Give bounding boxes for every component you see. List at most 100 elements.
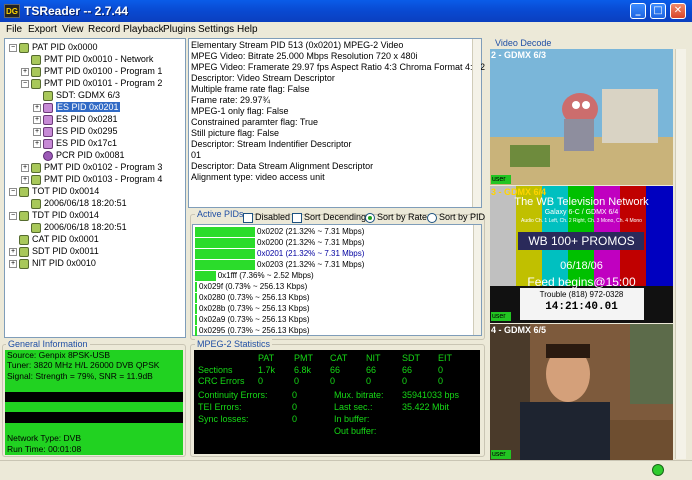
menu-help[interactable]: Help bbox=[237, 24, 258, 35]
tree-item[interactable]: − PAT PID 0x0000 bbox=[9, 41, 98, 53]
menu-file[interactable]: File bbox=[6, 24, 22, 35]
tree-item-label: 2006/06/18 18:20:51 bbox=[44, 222, 127, 232]
minimize-button[interactable]: _ bbox=[630, 3, 646, 19]
tree-item[interactable]: + ES PID 0x0295 bbox=[33, 125, 118, 137]
video-panel-2[interactable] bbox=[490, 49, 673, 185]
pid-row[interactable]: 0x0202 (21.32% ~ 7.31 Mbps) bbox=[195, 227, 364, 237]
tree-item-label: PMT PID 0x0101 - Program 2 bbox=[44, 78, 163, 88]
menu-record[interactable]: Record bbox=[88, 24, 120, 35]
description-scrollbar[interactable] bbox=[472, 39, 481, 207]
pid-row[interactable]: 0x0203 (21.32% ~ 7.31 Mbps) bbox=[195, 260, 364, 270]
menu-plugins[interactable]: Plugins bbox=[163, 24, 196, 35]
stat-value: 0 bbox=[366, 376, 372, 386]
tree-item[interactable]: + ES PID 0x0281 bbox=[33, 113, 118, 125]
tree-item[interactable]: + NIT PID 0x0010 bbox=[9, 257, 96, 269]
expand-icon[interactable]: + bbox=[9, 259, 17, 268]
pid-row[interactable]: 0x0280 (0.73% ~ 256.13 Kbps) bbox=[195, 293, 310, 303]
pid-row-label: 0x028b (0.73% ~ 256.13 Kbps) bbox=[199, 304, 310, 313]
pid-row-label: 0x0295 (0.73% ~ 256.13 Kbps) bbox=[199, 326, 310, 335]
tree-item[interactable]: SDT: GDMX 6/3 bbox=[33, 89, 120, 101]
maximize-button[interactable]: □ bbox=[650, 3, 666, 19]
expand-icon[interactable]: + bbox=[33, 103, 41, 112]
pid-tree[interactable]: − PAT PID 0x0000 PMT PID 0x0010 - Network +… bbox=[4, 38, 186, 338]
menu-export[interactable]: Export bbox=[28, 24, 57, 35]
expand-icon[interactable]: + bbox=[21, 163, 29, 172]
tree-item[interactable]: PCR PID 0x0081 bbox=[33, 149, 125, 161]
tree-item[interactable]: 2006/06/18 18:20:51 bbox=[21, 221, 127, 233]
active-pids-list[interactable]: 0x0202 (21.32% ~ 7.31 Mbps) 0x0200 (21.32… bbox=[192, 224, 482, 336]
pid-row-label: 0x0202 (21.32% ~ 7.31 Mbps) bbox=[257, 227, 365, 236]
pcr-icon bbox=[43, 150, 53, 161]
close-button[interactable]: ✕ bbox=[670, 3, 686, 19]
description-line: Still picture flag: False bbox=[191, 128, 280, 138]
es-icon bbox=[43, 102, 53, 113]
video-scrollbar[interactable] bbox=[675, 49, 686, 459]
menu-settings[interactable]: Settings bbox=[198, 24, 234, 35]
disabled-checkbox[interactable]: Disabled bbox=[243, 212, 290, 223]
collapse-icon[interactable]: − bbox=[9, 43, 17, 52]
info-line bbox=[5, 391, 183, 403]
expand-icon[interactable]: + bbox=[33, 127, 41, 136]
stat-value: 6.8k bbox=[294, 365, 312, 375]
pid-row[interactable]: 0x028b (0.73% ~ 256.13 Kbps) bbox=[195, 304, 310, 314]
stream-description: Elementary Stream PID 513 (0x0201) MPEG-… bbox=[188, 38, 485, 208]
info-line bbox=[5, 422, 183, 434]
menu-view[interactable]: View bbox=[62, 24, 84, 35]
tree-item[interactable]: + PMT PID 0x0102 - Program 3 bbox=[21, 161, 162, 173]
pid-icon bbox=[31, 54, 41, 65]
video-panel-4[interactable] bbox=[490, 324, 673, 460]
pid-row[interactable]: 0x0200 (21.32% ~ 7.31 Mbps) bbox=[195, 238, 364, 248]
tree-item[interactable]: 2006/06/18 18:20:51 bbox=[21, 197, 127, 209]
pid-row[interactable]: 0x0201 (21.32% ~ 7.31 Mbps) bbox=[195, 249, 364, 259]
pid-icon bbox=[31, 222, 41, 233]
collapse-icon[interactable]: − bbox=[21, 79, 29, 88]
expand-icon[interactable]: + bbox=[33, 139, 41, 148]
info-line bbox=[5, 402, 183, 413]
collapse-icon[interactable]: − bbox=[9, 211, 17, 220]
info-line: Network Type: DVB bbox=[5, 433, 183, 445]
pid-row[interactable]: 0x029f (0.73% ~ 256.13 Kbps) bbox=[195, 282, 307, 292]
description-line: Constrained paramter flag: True bbox=[191, 117, 319, 127]
tree-item[interactable]: + PMT PID 0x0103 - Program 4 bbox=[21, 173, 162, 185]
pid-rate-bar bbox=[195, 260, 255, 270]
sync-value: 0 bbox=[292, 414, 298, 424]
pids-scrollbar[interactable] bbox=[473, 225, 481, 335]
video-panel-title: 4 - GDMX 6/5 bbox=[491, 325, 547, 335]
description-line: MPEG-1 only flag: False bbox=[191, 106, 289, 116]
tree-item[interactable]: + ES PID 0x17c1 bbox=[33, 137, 117, 149]
expand-icon[interactable]: + bbox=[9, 247, 17, 256]
sort-by-pid-radio[interactable]: Sort by PID bbox=[427, 212, 485, 223]
pid-row[interactable]: 0x0295 (0.73% ~ 256.13 Kbps) bbox=[195, 326, 310, 336]
pid-row[interactable]: 0x02a9 (0.73% ~ 256.13 Kbps) bbox=[195, 315, 310, 325]
tree-item[interactable]: − TOT PID 0x0014 bbox=[9, 185, 99, 197]
sort-by-rate-radio[interactable]: Sort by Rate bbox=[365, 212, 427, 223]
tree-item[interactable]: − TDT PID 0x0014 bbox=[9, 209, 99, 221]
tree-item[interactable]: + ES PID 0x0201 bbox=[33, 101, 120, 113]
description-line: Multiple frame rate flag: False bbox=[191, 84, 310, 94]
es-icon bbox=[43, 126, 53, 137]
tree-item-label: ES PID 0x0201 bbox=[56, 102, 120, 112]
collapse-icon[interactable]: − bbox=[9, 187, 17, 196]
menu-playback[interactable]: Playback bbox=[123, 24, 164, 35]
expand-icon[interactable]: + bbox=[21, 175, 29, 184]
tree-item[interactable]: + PMT PID 0x0100 - Program 1 bbox=[21, 65, 162, 77]
expand-icon[interactable]: + bbox=[21, 67, 29, 76]
out-buffer-label: Out buffer: bbox=[334, 426, 377, 436]
sort-descending-checkbox[interactable]: Sort Decending bbox=[292, 212, 366, 223]
tree-item[interactable]: PMT PID 0x0010 - Network bbox=[21, 53, 153, 65]
pid-row-label: 0x0200 (21.32% ~ 7.31 Mbps) bbox=[257, 238, 365, 247]
video-user-badge: user bbox=[491, 450, 511, 459]
tree-item[interactable]: + SDT PID 0x0011 bbox=[9, 245, 99, 257]
crc-label: CRC Errors bbox=[198, 376, 245, 386]
expand-icon[interactable]: + bbox=[33, 115, 41, 124]
pid-icon bbox=[19, 210, 29, 221]
title-bar: DG TSReader -- 2.7.44 _ □ ✕ bbox=[0, 0, 692, 22]
video-user-badge: user bbox=[491, 312, 511, 321]
general-info-label: General Information bbox=[6, 339, 90, 349]
tree-item[interactable]: CAT PID 0x0001 bbox=[9, 233, 99, 245]
stat-value: 66 bbox=[366, 365, 377, 375]
tree-item[interactable]: − PMT PID 0x0101 - Program 2 bbox=[21, 77, 162, 89]
description-line: Elementary Stream PID 513 (0x0201) MPEG-… bbox=[191, 40, 404, 50]
menu-bar: File Export View Record Playback Plugins… bbox=[0, 22, 692, 38]
pid-row[interactable]: 0x1fff (7.36% ~ 2.52 Mbps) bbox=[195, 271, 314, 281]
